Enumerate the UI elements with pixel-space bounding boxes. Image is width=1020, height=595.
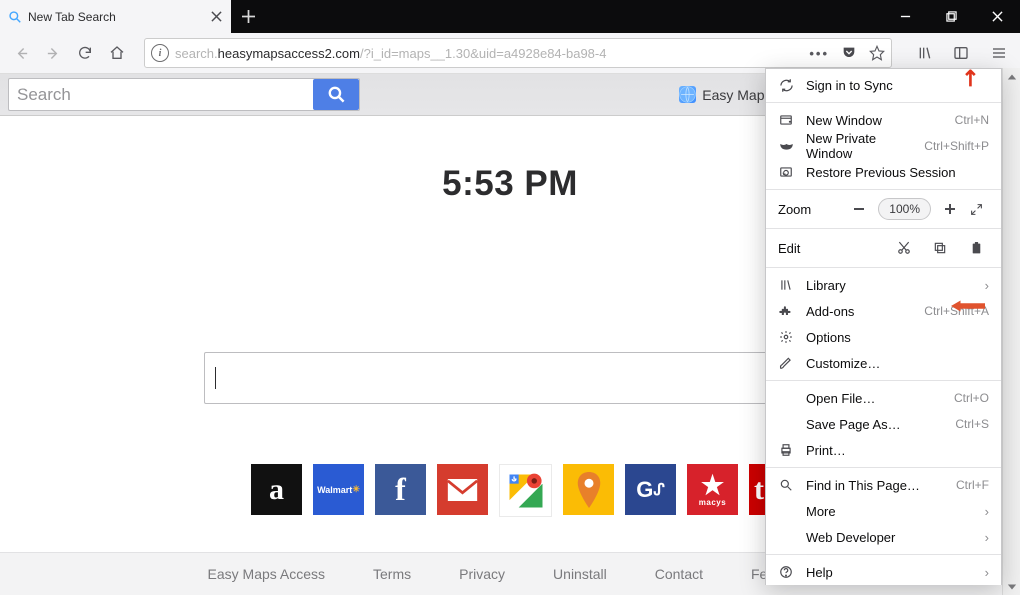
menu-print[interactable]: Print…: [766, 437, 1001, 463]
menu-web-developer[interactable]: Web Developer ›: [766, 524, 1001, 550]
chevron-right-icon: ›: [985, 278, 989, 293]
tile-yellow-pages[interactable]: [563, 464, 614, 515]
footer-link[interactable]: Contact: [655, 566, 703, 582]
fullscreen-button[interactable]: [963, 197, 989, 221]
sync-icon: [778, 77, 794, 93]
help-icon: [778, 564, 794, 580]
site-info-icon[interactable]: i: [151, 44, 169, 62]
menu-new-window[interactable]: New Window Ctrl+N: [766, 107, 1001, 133]
menu-options[interactable]: Options: [766, 324, 1001, 350]
paintbrush-icon: [778, 355, 794, 371]
tile-macys[interactable]: ★macys: [687, 464, 738, 515]
menu-save-page[interactable]: Save Page As… Ctrl+S: [766, 411, 1001, 437]
extension-search-input[interactable]: [9, 85, 313, 105]
page-actions-icon[interactable]: •••: [809, 46, 829, 61]
annotation-arrow-addons-icon: [951, 298, 985, 314]
scroll-up-icon[interactable]: [1003, 68, 1020, 85]
menu-sign-in-sync[interactable]: Sign in to Sync: [766, 72, 1001, 98]
extension-search: [8, 78, 360, 111]
tile-gmail[interactable]: [437, 464, 488, 515]
browser-window: New Tab Search: [0, 0, 1020, 595]
library-icon[interactable]: [910, 38, 940, 68]
back-button[interactable]: [6, 38, 36, 68]
window-minimize-button[interactable]: [882, 0, 928, 33]
menu-customize[interactable]: Customize…: [766, 350, 1001, 376]
titlebar: New Tab Search: [0, 0, 1020, 33]
zoom-value[interactable]: 100%: [878, 198, 931, 220]
zoom-in-button[interactable]: [937, 197, 963, 221]
menu-new-private-window[interactable]: New Private Window Ctrl+Shift+P: [766, 133, 1001, 159]
new-tab-button[interactable]: [231, 0, 265, 33]
hamburger-menu-button[interactable]: [984, 38, 1014, 68]
menu-find[interactable]: Find in This Page… Ctrl+F: [766, 472, 1001, 498]
main-search-input[interactable]: [204, 352, 816, 404]
close-tab-icon[interactable]: [209, 10, 223, 24]
shortcut-tiles: a Walmart✳ f Gᔑ ★macys t: [251, 464, 769, 517]
vertical-scrollbar[interactable]: [1002, 68, 1020, 595]
bookmark-star-icon[interactable]: [869, 45, 885, 61]
home-button[interactable]: [102, 38, 132, 68]
chevron-right-icon: ›: [985, 565, 989, 580]
chevron-right-icon: ›: [985, 504, 989, 519]
window-controls: [882, 0, 1020, 33]
cut-button[interactable]: [891, 236, 917, 260]
pocket-icon[interactable]: [841, 45, 857, 61]
scroll-down-icon[interactable]: [1003, 578, 1020, 595]
print-icon: [778, 442, 794, 458]
restore-icon: [778, 164, 794, 180]
tile-facebook[interactable]: f: [375, 464, 426, 515]
mask-icon: [778, 138, 794, 154]
menu-help[interactable]: Help ›: [766, 559, 1001, 585]
browser-tab[interactable]: New Tab Search: [0, 0, 231, 33]
footer-link[interactable]: Privacy: [459, 566, 505, 582]
sidebar-icon[interactable]: [946, 38, 976, 68]
search-favicon-icon: [8, 10, 22, 24]
menu-library[interactable]: Library ›: [766, 272, 1001, 298]
tile-google-maps[interactable]: [499, 464, 552, 517]
copy-button[interactable]: [927, 236, 953, 260]
window-restore-button[interactable]: [928, 0, 974, 33]
extension-search-button[interactable]: [313, 79, 359, 110]
footer-link[interactable]: Easy Maps Access: [208, 566, 326, 582]
window-icon: [778, 112, 794, 128]
maps-icon: [679, 86, 696, 103]
text-caret: [215, 367, 216, 389]
menu-more[interactable]: More ›: [766, 498, 1001, 524]
url-text: search.heasymapsaccess2.com/?i_id=maps__…: [175, 46, 803, 61]
forward-button[interactable]: [38, 38, 68, 68]
search-icon: [778, 477, 794, 493]
menu-edit-row: Edit: [766, 233, 1001, 263]
library-icon: [778, 277, 794, 293]
tile-walmart[interactable]: Walmart✳: [313, 464, 364, 515]
reload-button[interactable]: [70, 38, 100, 68]
clock: 5:53 PM: [442, 164, 578, 204]
window-close-button[interactable]: [974, 0, 1020, 33]
puzzle-icon: [778, 303, 794, 319]
menu-zoom-row: Zoom 100%: [766, 194, 1001, 224]
paste-button[interactable]: [963, 236, 989, 260]
chevron-right-icon: ›: [985, 530, 989, 545]
menu-restore-session[interactable]: Restore Previous Session: [766, 159, 1001, 185]
zoom-out-button[interactable]: [846, 197, 872, 221]
tile-g5[interactable]: Gᔑ: [625, 464, 676, 515]
gear-icon: [778, 329, 794, 345]
footer-link[interactable]: Uninstall: [553, 566, 607, 582]
footer-link[interactable]: Terms: [373, 566, 411, 582]
menu-open-file[interactable]: Open File… Ctrl+O: [766, 385, 1001, 411]
url-bar[interactable]: i search.heasymapsaccess2.com/?i_id=maps…: [144, 38, 892, 68]
app-menu-panel: ↗ Sign in to Sync New Window Ctrl+N New …: [765, 68, 1002, 585]
tile-amazon[interactable]: a: [251, 464, 302, 515]
tab-title: New Tab Search: [28, 10, 203, 24]
